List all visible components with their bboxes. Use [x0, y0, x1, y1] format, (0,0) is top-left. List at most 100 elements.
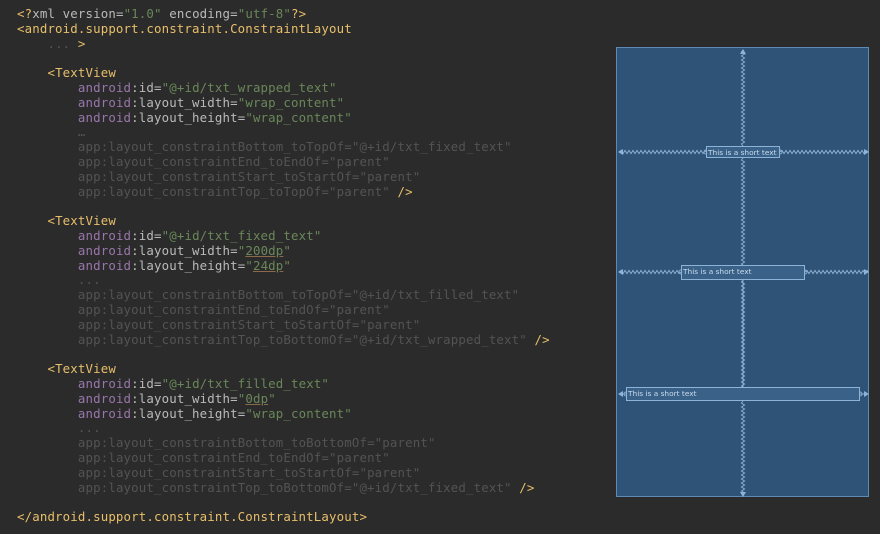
preview-txt-fixed-text[interactable]: This is a short text — [681, 265, 805, 280]
code-token: /> — [389, 183, 413, 199]
blueprint-preview[interactable]: This is a short text This is a short tex… — [616, 47, 869, 497]
constraint-w1-end — [779, 149, 869, 155]
code-line: ... — [17, 272, 101, 287]
code-token: android — [77, 109, 132, 125]
code-line: android:layout_height="wrap_content" — [17, 406, 352, 421]
code-token: app:layout_constraintTop_toBottomOf="@+i… — [77, 331, 527, 347]
preview-txt-filled-text[interactable]: This is a short text — [626, 387, 860, 401]
code-line: app:layout_constraintTop_toTopOf="parent… — [17, 184, 413, 199]
constraint-w3-bottom — [740, 400, 746, 496]
constraint-w1-top — [740, 49, 746, 147]
constraint-w2-start — [618, 269, 682, 275]
code-line: app:layout_constraintEnd_toEndOf="parent… — [17, 450, 390, 465]
code-line: app:layout_constraintEnd_toEndOf="parent… — [17, 154, 390, 169]
code-token: ... — [47, 35, 71, 51]
code-line: android:id="@+id/txt_wrapped_text" — [17, 80, 337, 95]
code-token: " — [268, 390, 276, 406]
code-token: :layout_height= — [131, 405, 246, 421]
code-token: "@+id/txt_fixed_text" — [161, 228, 322, 243]
constraint-w1-start — [618, 149, 707, 155]
code-token: <android.support.constraint.ConstraintLa… — [17, 20, 352, 36]
code-token: 200dp — [245, 242, 284, 258]
code-line: android:layout_height="24dp" — [17, 258, 291, 273]
code-token: "wrap_content" — [237, 94, 345, 110]
code-token: app:layout_constraintBottom_toTopOf="@+i… — [77, 287, 520, 303]
code-token: app:layout_constraintEnd_toEndOf="parent… — [77, 154, 390, 169]
code-line: <TextView — [17, 213, 116, 228]
code-token: :id= — [131, 228, 162, 243]
code-token: <? — [17, 6, 33, 21]
code-token: /> — [511, 479, 535, 495]
code-token: "wrap_content" — [245, 109, 352, 125]
code-line: <android.support.constraint.ConstraintLa… — [17, 21, 352, 36]
arrow-left-icon — [618, 391, 623, 397]
code-token: xml version= — [32, 6, 124, 21]
code-token: app:layout_constraintTop_toTopOf="parent… — [77, 183, 390, 199]
code-token: :layout_height= — [131, 257, 246, 273]
constraint-w2-end — [804, 269, 869, 275]
code-token: "1.0" — [123, 6, 162, 21]
code-line: … — [17, 124, 86, 139]
code-token: android — [77, 390, 132, 406]
code-token: " — [283, 257, 292, 273]
preview-txt-wrapped-text[interactable]: This is a short text — [706, 146, 780, 158]
code-line: <?xml version="1.0" encoding="utf-8"?> — [17, 6, 306, 21]
code-line: app:layout_constraintStart_toStartOf="pa… — [17, 317, 420, 332]
code-token: :layout_height= — [131, 109, 246, 125]
code-token: :layout_width= — [131, 94, 238, 110]
code-line: app:layout_constraintEnd_toEndOf="parent… — [17, 302, 390, 317]
code-token: <TextView — [47, 361, 116, 377]
code-token: app:layout_constraintBottom_toBottomOf="… — [77, 435, 436, 451]
code-token: :layout_width= — [131, 390, 238, 406]
code-line: app:layout_constraintTop_toBottomOf="@+i… — [17, 480, 535, 495]
code-token: <TextView — [47, 213, 116, 229]
code-line: android:layout_width="wrap_content" — [17, 95, 344, 110]
code-token: android — [77, 376, 132, 391]
code-token: app:layout_constraintStart_toStartOf="pa… — [77, 464, 421, 480]
code-token: "@+id/txt_wrapped_text" — [161, 80, 337, 95]
code-token: android — [77, 405, 132, 421]
code-token: :id= — [131, 376, 162, 391]
code-token: android — [77, 80, 132, 95]
code-line: android:id="@+id/txt_filled_text" — [17, 376, 329, 391]
code-token: ... — [77, 272, 101, 288]
code-token: app:layout_constraintEnd_toEndOf="parent… — [77, 302, 390, 317]
code-line: app:layout_constraintStart_toStartOf="pa… — [17, 169, 420, 184]
code-token: ... — [77, 420, 101, 436]
code-line: android:id="@+id/txt_fixed_text" — [17, 228, 321, 243]
code-line: app:layout_constraintBottom_toTopOf="@+i… — [17, 287, 519, 302]
arrow-right-icon — [864, 149, 869, 155]
code-line: android:layout_width="200dp" — [17, 243, 291, 258]
code-line: <TextView — [17, 65, 116, 80]
editor-window: <?xml version="1.0" encoding="utf-8"?> <a… — [0, 0, 880, 534]
code-token: "@+id/txt_filled_text" — [161, 376, 330, 391]
code-token: app:layout_constraintEnd_toEndOf="parent… — [77, 450, 390, 465]
code-token: app:layout_constraintStart_toStartOf="pa… — [77, 168, 421, 184]
code-token: " — [245, 257, 253, 273]
code-token: "wrap_content" — [245, 405, 352, 421]
code-line: app:layout_constraintBottom_toBottomOf="… — [17, 435, 436, 450]
code-token: > — [70, 35, 86, 51]
code-token: app:layout_constraintTop_toBottomOf="@+i… — [77, 479, 512, 495]
code-line: app:layout_constraintTop_toBottomOf="@+i… — [17, 332, 550, 347]
code-token: :layout_width= — [131, 242, 238, 258]
